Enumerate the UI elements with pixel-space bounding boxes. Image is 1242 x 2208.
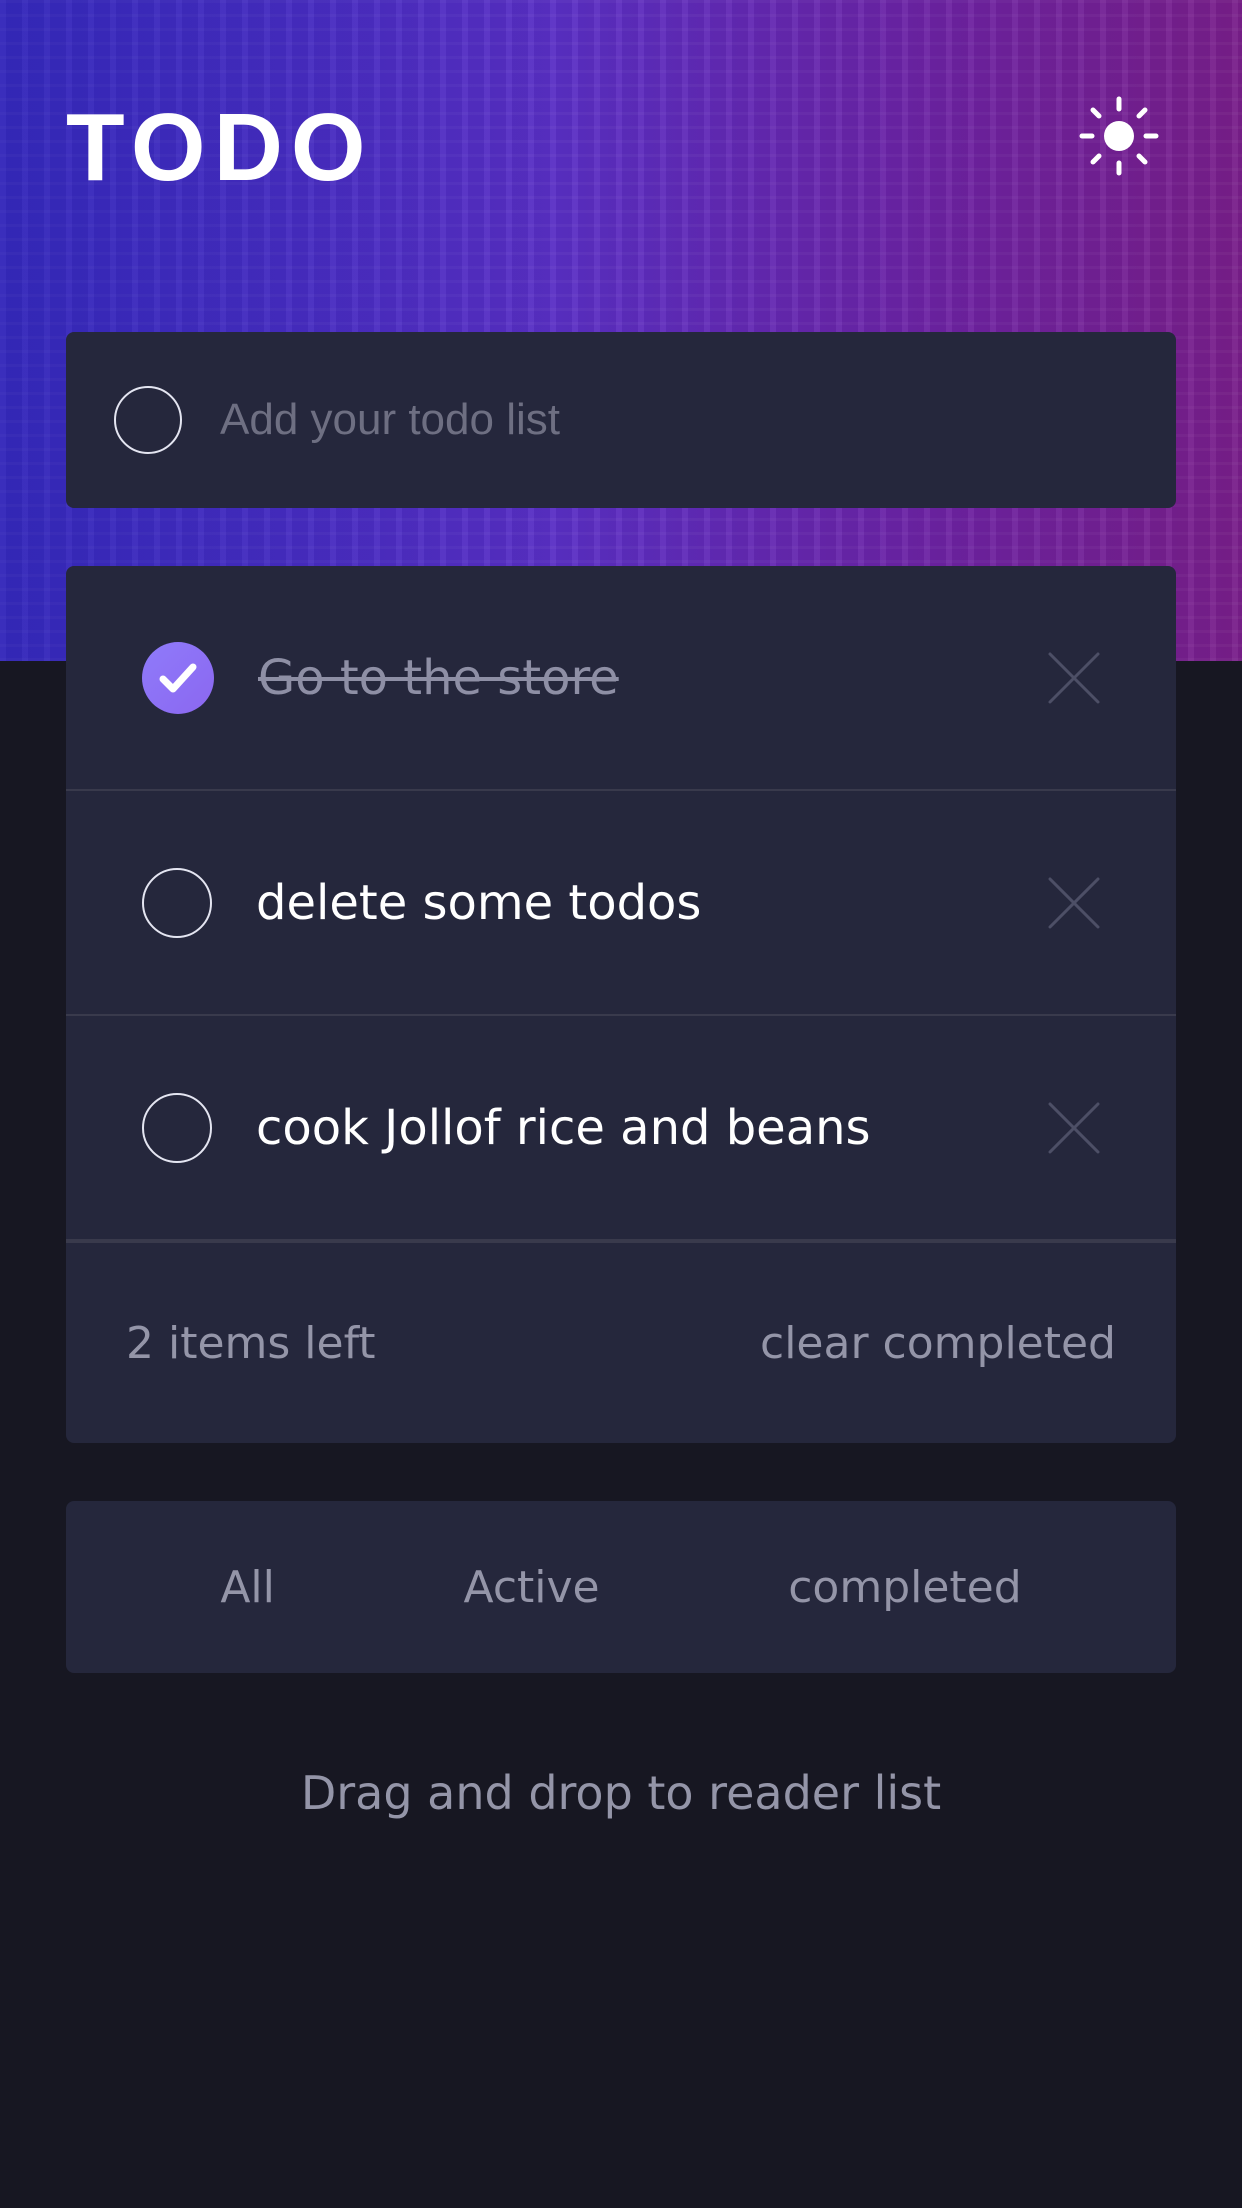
todo-item[interactable]: cook Jollof rice and beans [66,1016,1176,1241]
sun-icon [1079,96,1159,176]
todo-checkbox-checked[interactable] [142,641,214,714]
theme-toggle-button[interactable] [1078,95,1160,177]
delete-icon[interactable] [1044,873,1104,933]
todo-checkbox[interactable] [142,867,212,938]
todo-checkbox[interactable] [142,1092,212,1163]
new-todo-card [66,332,1176,508]
new-todo-checkbox[interactable] [114,386,182,454]
check-icon [159,663,197,692]
list-footer: 2 items left clear completed [66,1241,1176,1443]
filter-bar: All Active completed [66,1501,1176,1673]
items-left-count: 2 items left [126,1317,376,1369]
drag-hint: Drag and drop to reader list [300,1766,942,1820]
filter-active[interactable]: Active [464,1562,600,1613]
todo-text: Go to the store [258,649,619,706]
clear-completed-button[interactable]: clear completed [760,1318,1116,1369]
todo-item[interactable]: delete some todos [66,791,1176,1016]
todo-text: cook Jollof rice and beans [256,1099,871,1156]
delete-icon[interactable] [1044,1098,1104,1158]
todo-list: Go to the store delete some todos cook J… [66,566,1176,1443]
filter-completed[interactable]: completed [788,1562,1021,1613]
delete-icon[interactable] [1044,648,1104,708]
todo-item[interactable]: Go to the store [66,566,1176,791]
new-todo-input[interactable] [218,379,1176,461]
filter-all[interactable]: All [220,1562,275,1613]
todo-text: delete some todos [256,874,702,931]
app-title: TODO [66,94,374,201]
